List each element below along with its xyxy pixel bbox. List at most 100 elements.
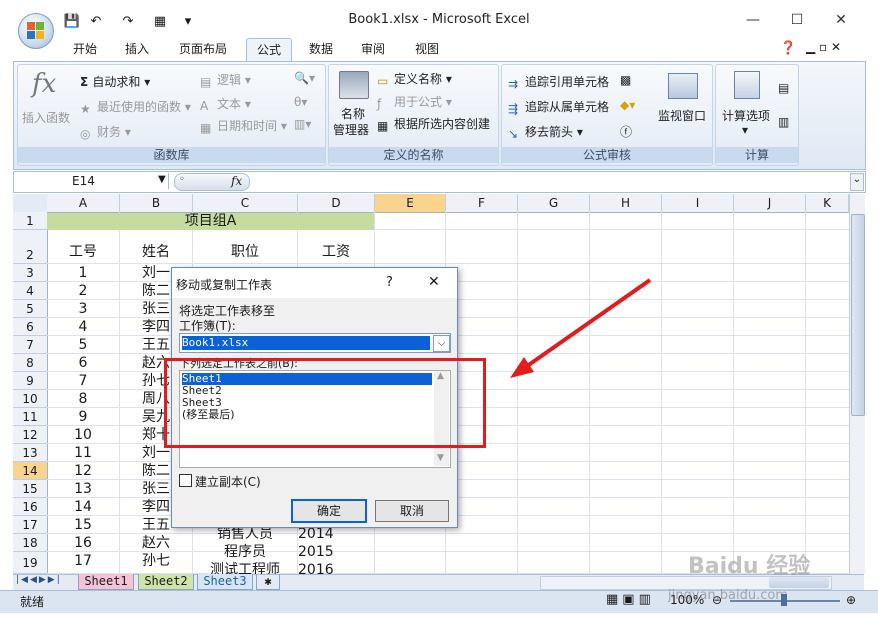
view-buttons-icon[interactable]: ▦▣▥ (606, 592, 655, 607)
evaluate-formula-icon[interactable]: ⓕ (620, 123, 632, 140)
math-icon[interactable]: θ▾ (294, 95, 307, 109)
tab-insert[interactable]: 插入 (114, 38, 160, 60)
ok-button[interactable]: 确定 (291, 499, 367, 523)
id-cell[interactable]: 16 (47, 534, 119, 551)
row-header-14[interactable]: 14 (13, 462, 48, 480)
position-cell-18[interactable]: 程序员 (193, 543, 297, 561)
minimize-button[interactable]: — (738, 10, 768, 30)
salary-cell-18[interactable]: 2015 (298, 543, 338, 561)
formula-input[interactable] (252, 173, 846, 189)
sheet-tab-sheet3[interactable]: Sheet3 (197, 574, 253, 590)
id-cell[interactable]: 4 (47, 318, 119, 335)
sheet-nav-arrows-icon[interactable]: |◀◀▶▶| (16, 575, 62, 585)
row-header-18[interactable]: 18 (13, 534, 48, 552)
text-functions-button[interactable]: A 文本 ▾ (200, 95, 251, 113)
column-header-K[interactable]: K (806, 194, 849, 213)
create-copy-checkbox[interactable] (179, 474, 192, 487)
row-header-5[interactable]: 5 (13, 300, 48, 318)
select-all-corner[interactable] (13, 194, 48, 213)
insert-sheet-icon[interactable]: ✱ (256, 574, 280, 590)
recent-functions-button[interactable]: ★ 最近使用的函数 ▾ (80, 98, 191, 116)
error-checking-icon[interactable]: ◆▾ (620, 98, 635, 112)
row-header-19[interactable]: 19 (13, 552, 48, 574)
header-cell-salary[interactable]: 工资 (298, 240, 374, 264)
name-box-dropdown-icon[interactable]: ▼ (158, 174, 166, 185)
insert-function-fx-icon[interactable]: fx (231, 174, 242, 188)
row-header-8[interactable]: 8 (13, 354, 48, 372)
position-cell-19[interactable]: 测试工程师 (193, 561, 297, 574)
close-button[interactable]: ✕ (826, 10, 856, 30)
datetime-button[interactable]: ▦ 日期和时间 ▾ (200, 117, 287, 135)
show-formulas-icon[interactable]: ▩ (620, 73, 631, 87)
cancel-button[interactable]: 取消 (375, 500, 449, 522)
vertical-scrollbar-thumb[interactable] (851, 214, 865, 416)
financial-button[interactable]: ◎ 财务 ▾ (80, 123, 131, 141)
trace-precedents-button[interactable]: ⇉ 追踪引用单元格 (508, 73, 609, 91)
maximize-button[interactable]: ☐ (782, 10, 812, 30)
calc-options-button[interactable]: 计算选项 (722, 107, 770, 124)
row-header-17[interactable]: 17 (13, 516, 48, 534)
more-functions-icon[interactable]: ▥▾ (294, 117, 311, 131)
name-manager-label-2[interactable]: 管理器 (333, 121, 369, 138)
column-header-A[interactable]: A (47, 194, 120, 213)
tab-data[interactable]: 数据 (298, 38, 344, 60)
row-header-4[interactable]: 4 (13, 282, 48, 300)
column-header-C[interactable]: C (193, 194, 298, 213)
tab-view[interactable]: 视图 (404, 38, 450, 60)
row-header-7[interactable]: 7 (13, 336, 48, 354)
workbook-dropdown[interactable]: Book1.xlsx ⌵ (179, 333, 451, 353)
sheet-tab-sheet2[interactable]: Sheet2 (138, 574, 194, 590)
merged-title-cell[interactable]: 项目组A (47, 213, 374, 230)
name-cell[interactable]: 孙七 (142, 552, 192, 569)
id-cell[interactable]: 5 (47, 336, 119, 353)
logical-button[interactable]: ▤ 逻辑 ▾ (200, 71, 251, 89)
ribbon-minimize-icon[interactable]: ▁ ▫ ✕ (806, 40, 841, 54)
calculate-sheet-icon[interactable]: ▥ (778, 115, 789, 129)
chevron-down-icon[interactable]: ⌵ (433, 335, 450, 352)
row-header-12[interactable]: 12 (13, 426, 48, 444)
salary-cell-19[interactable]: 2016 (298, 561, 338, 574)
row-header-16[interactable]: 16 (13, 498, 48, 516)
insert-function-button[interactable]: 插入函数 (22, 109, 70, 126)
row-header-11[interactable]: 11 (13, 408, 48, 426)
watch-window-button[interactable]: 监视窗口 (658, 107, 706, 124)
id-cell[interactable]: 10 (47, 426, 119, 443)
id-cell[interactable]: 1 (47, 264, 119, 281)
id-cell[interactable]: 8 (47, 390, 119, 407)
calculate-now-icon[interactable]: ▤ (778, 81, 789, 95)
header-cell-id[interactable]: 工号 (47, 240, 119, 264)
id-cell[interactable]: 13 (47, 480, 119, 497)
id-cell[interactable]: 17 (47, 552, 119, 569)
row-header-9[interactable]: 9 (13, 372, 48, 390)
id-cell[interactable]: 6 (47, 354, 119, 371)
column-header-I[interactable]: I (662, 194, 734, 213)
id-cell[interactable]: 7 (47, 372, 119, 389)
row-header-3[interactable]: 3 (13, 264, 48, 282)
sheet-tab-sheet1[interactable]: Sheet1 (78, 574, 134, 590)
column-header-H[interactable]: H (590, 194, 662, 213)
column-header-B[interactable]: B (120, 194, 193, 213)
name-manager-label-1[interactable]: 名称 (339, 105, 367, 122)
calc-options-dropdown-icon[interactable]: ▾ (742, 123, 748, 137)
column-header-F[interactable]: F (446, 194, 518, 213)
tab-home[interactable]: 开始 (62, 38, 108, 60)
name-cell[interactable]: 赵六 (142, 534, 192, 551)
column-header-J[interactable]: J (734, 194, 806, 213)
row-header-6[interactable]: 6 (13, 318, 48, 336)
row-header-13[interactable]: 13 (13, 444, 48, 462)
trace-dependents-button[interactable]: ⇶ 追踪从属单元格 (508, 98, 609, 116)
tab-formulas[interactable]: 公式 (246, 38, 292, 61)
column-header-D[interactable]: D (298, 194, 375, 213)
expand-formula-bar-icon[interactable]: ⌄ (850, 173, 864, 191)
dialog-close-button[interactable]: ✕ (428, 274, 440, 290)
row-header-1[interactable]: 1 (13, 212, 48, 230)
id-cell[interactable]: 3 (47, 300, 119, 317)
create-copy-label[interactable]: 建立副本(C) (195, 473, 261, 490)
help-icon[interactable]: ❓ (780, 41, 796, 56)
row-header-2[interactable]: 2 (13, 230, 48, 264)
id-cell[interactable]: 2 (47, 282, 119, 299)
remove-arrows-button[interactable]: ↘ 移去箭头 ▾ (508, 123, 583, 141)
create-from-selection-button[interactable]: ▦ 根据所选内容创建 (377, 115, 490, 133)
column-header-G[interactable]: G (518, 194, 590, 213)
row-header-15[interactable]: 15 (13, 480, 48, 498)
